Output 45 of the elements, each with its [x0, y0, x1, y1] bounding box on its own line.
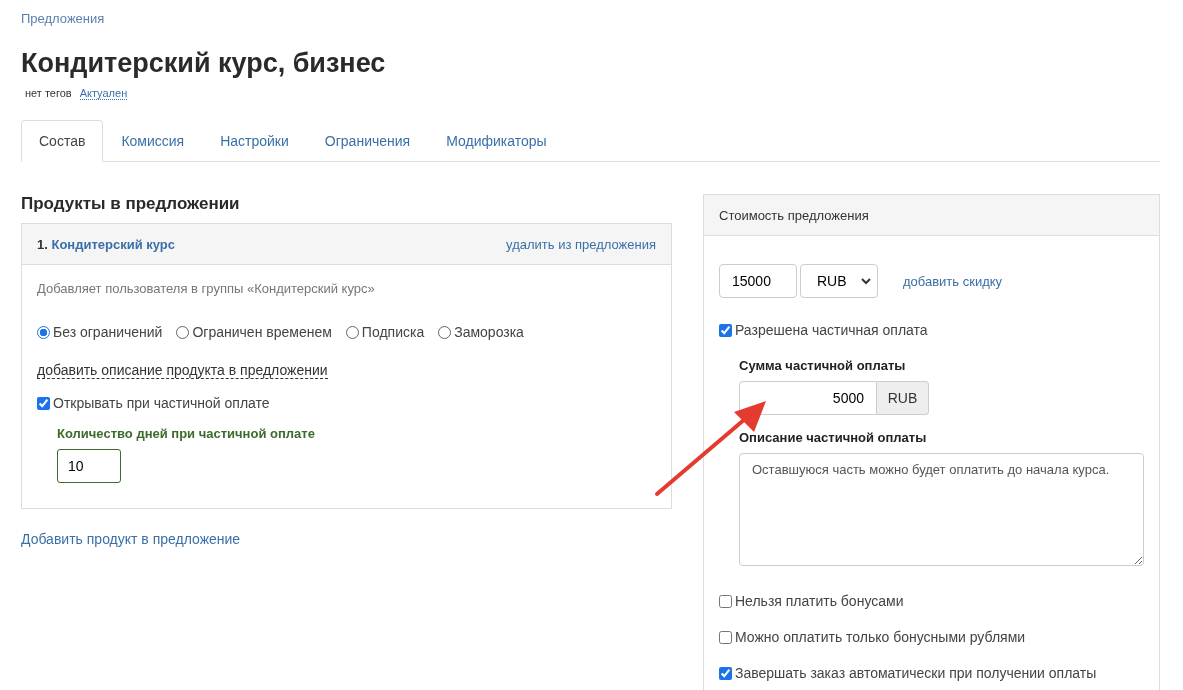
remove-link[interactable]: удалить из предложения: [506, 236, 656, 252]
checkbox-label: Можно оплатить только бонусными рублями: [735, 629, 1026, 645]
product-title: 1. Кондитерский курс: [37, 236, 176, 252]
tab[interactable]: Ограничения: [306, 120, 429, 162]
radio-button[interactable]: [345, 325, 359, 339]
add-product-link[interactable]: Добавить продукт в предложение: [21, 531, 241, 547]
tab[interactable]: Настройки: [202, 120, 307, 162]
checkbox[interactable]: [37, 396, 50, 410]
tags-label: нет тегов: [25, 87, 72, 100]
checkbox[interactable]: [719, 630, 732, 644]
field-label: Описание частичной оплаты: [739, 430, 928, 445]
status-link[interactable]: Актуален: [79, 87, 128, 100]
days-input-field[interactable]: 10: [57, 449, 121, 483]
product-description: Добавляет пользователя в группы «Кондитерский курс»: [37, 281, 376, 296]
checkbox[interactable]: [719, 666, 732, 680]
tab[interactable]: Состав: [21, 120, 104, 162]
currency-addon: RUB: [877, 381, 929, 415]
breadcrumb-link[interactable]: Предложения: [21, 11, 105, 26]
page-title: Кондитерский курс, бизнес: [21, 48, 387, 79]
chevron-down-icon: [861, 277, 871, 285]
tab[interactable]: Комиссия: [103, 120, 203, 162]
partial-sum-input-field[interactable]: 5000: [739, 381, 877, 415]
field-label: Сумма частичной оплаты: [739, 358, 907, 373]
radio-label: Подписка: [361, 324, 425, 340]
checkbox-label: Нельзя платить бонусами: [735, 593, 904, 609]
section-heading: Продукты в предложении: [21, 194, 241, 214]
panel-title: Стоимость предложения: [719, 207, 869, 223]
radio-label: Ограничен временем: [192, 324, 332, 340]
tab[interactable]: Модификаторы: [428, 120, 565, 162]
add-discount-link[interactable]: добавить скидку: [903, 273, 1003, 289]
radio-label: Без ограничений: [53, 324, 163, 340]
price-input-field[interactable]: 15000: [719, 264, 797, 298]
checkbox[interactable]: [719, 323, 732, 337]
radio-button[interactable]: [176, 325, 190, 339]
checkbox-label: Завершать заказ автоматически при получении оплаты: [735, 665, 1097, 681]
radio-button[interactable]: [37, 325, 50, 339]
radio-button[interactable]: [438, 325, 452, 339]
add-description-link[interactable]: добавить описание продукта в предложении: [37, 362, 328, 379]
checkbox-label: Разрешена частичная оплата: [735, 322, 928, 338]
checkbox[interactable]: [719, 594, 732, 608]
currency-select[interactable]: RUB: [800, 264, 878, 298]
checkbox-label: Открывать при частичной оплате: [53, 395, 270, 411]
field-label: Количество дней при частичной оплате: [57, 426, 316, 441]
description-textarea[interactable]: Оставшуюся часть можно будет оплатить до начала курса.: [739, 453, 1144, 566]
radio-label: Заморозка: [454, 324, 524, 340]
